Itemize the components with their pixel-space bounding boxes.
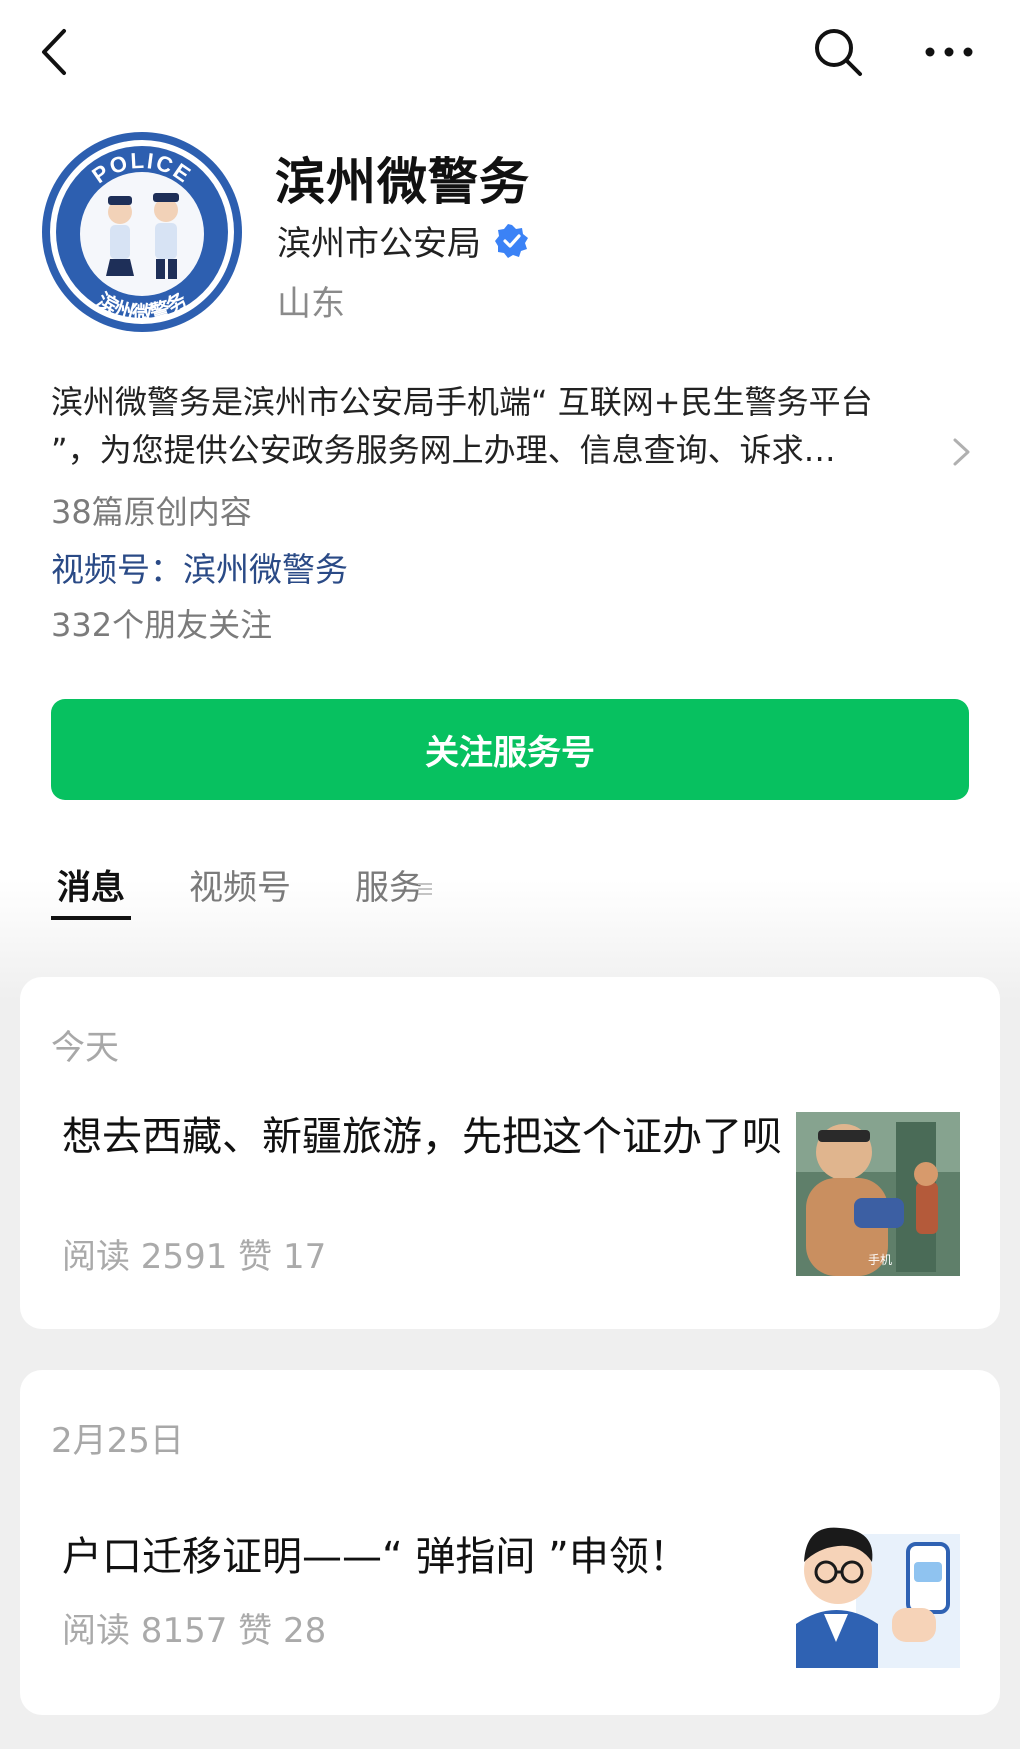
message-card: 2月25日 户口迁移证明——“ 弹指间 ”申领！ 阅读 8157 赞 28 [20, 1370, 1000, 1715]
follow-button[interactable]: 关注服务号 [51, 699, 969, 800]
organization-line[interactable]: 滨州市公安局 [277, 216, 529, 265]
profile-header: POLICE 滨州微警务 滨州微警务 滨州市公安局 山东 [40, 130, 980, 350]
region-label: 山东 [277, 284, 345, 324]
article-thumbnail[interactable]: 手机 [796, 1112, 960, 1276]
article-stats: 阅读 2591 赞 17 [62, 1237, 327, 1277]
more-button[interactable] [914, 22, 984, 82]
article-stats: 阅读 8157 赞 28 [62, 1611, 327, 1651]
thumbnail-caption: 手机 [868, 1253, 892, 1267]
menu-lines-icon [418, 883, 432, 895]
cartoon-thumbnail-image: 手机 [796, 1112, 960, 1276]
account-description[interactable]: 滨州微警务是滨州市公安局手机端“ 互联网+民生警务平台 ”，为您提供公安政务服务… [51, 378, 951, 474]
account-name: 滨州微警务 [275, 153, 530, 211]
message-date: 2月25日 [51, 1421, 184, 1461]
organization-name: 滨州市公安局 [277, 224, 481, 264]
channel-link[interactable]: 视频号：滨州微警务 [51, 543, 348, 591]
search-button[interactable] [808, 22, 868, 82]
chevron-left-icon [42, 29, 66, 75]
article-title[interactable]: 户口迁移证明——“ 弹指间 ”申领！ [62, 1530, 782, 1584]
illustration-thumbnail-image [796, 1504, 960, 1668]
chevron-right-icon[interactable] [946, 432, 976, 472]
friends-following-count[interactable]: 332个朋友关注 [51, 600, 272, 646]
account-avatar[interactable]: POLICE 滨州微警务 [40, 130, 244, 334]
description-text: 滨州微警务是滨州市公安局手机端“ 互联网+民生警务平台 ”，为您提供公安政务服务… [51, 383, 873, 469]
search-icon [815, 29, 862, 76]
police-logo-icon: POLICE 滨州微警务 [42, 132, 242, 332]
original-content-count[interactable]: 38篇原创内容 [51, 487, 252, 533]
more-dots-icon [925, 47, 973, 57]
back-button[interactable] [24, 22, 84, 82]
article-thumbnail[interactable] [796, 1504, 960, 1668]
tab-channels[interactable]: 视频号 [183, 860, 297, 909]
article-title[interactable]: 想去西藏、新疆旅游，先把这个证办了呗 [62, 1110, 782, 1164]
top-bar [0, 0, 1020, 110]
verified-badge-icon [495, 223, 528, 258]
message-date: 今天 [51, 1028, 119, 1068]
tab-messages[interactable]: 消息 [51, 860, 131, 920]
message-card: 今天 想去西藏、新疆旅游，先把这个证办了呗 阅读 2591 赞 17 手机 [20, 977, 1000, 1329]
